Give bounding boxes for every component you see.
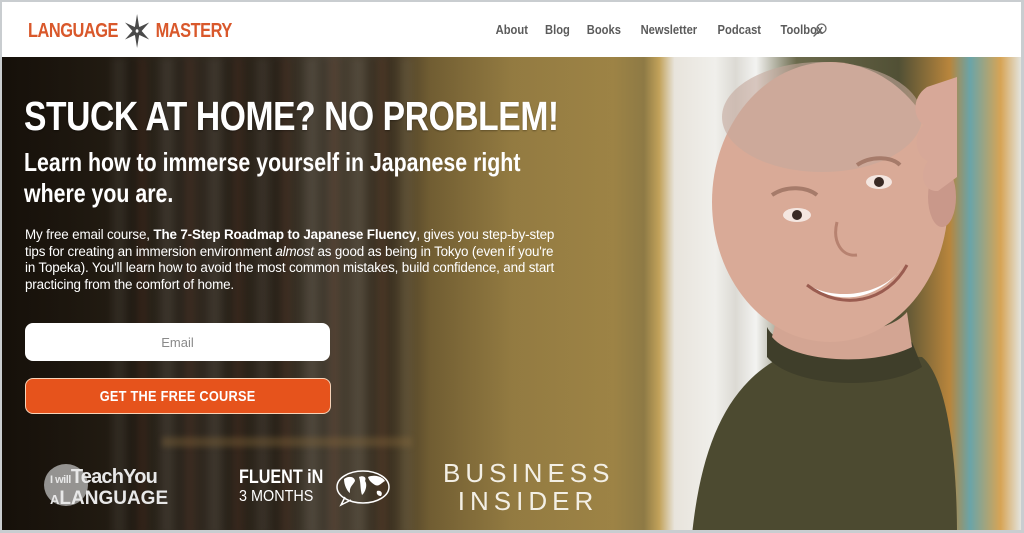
hero-section: STUCK AT HOME? NO PROBLEM! Learn how to … <box>2 57 1021 530</box>
nav-podcast[interactable]: Podcast <box>717 22 760 37</box>
logo-text-language: LANGUAGE <box>28 19 118 42</box>
itya-line1: I willTeachYou <box>50 466 158 489</box>
description-part-1: My free email course, <box>25 227 154 242</box>
nav-about[interactable]: About <box>496 22 528 37</box>
cta-label: GET THE FREE COURSE <box>100 387 256 405</box>
fi3m-line1: FLUENT iN <box>239 467 324 488</box>
nav-newsletter[interactable]: Newsletter <box>641 22 698 37</box>
itya-line2: ALANGUAGE <box>50 488 168 510</box>
hero-title: STUCK AT HOME? NO PROBLEM! <box>24 93 559 139</box>
search-icon[interactable] <box>812 22 828 38</box>
background-shelf <box>162 437 412 447</box>
main-nav: About Blog Books Newsletter Podcast Tool… <box>493 22 835 37</box>
press-logo-i-will-teach-you-a-language: I willTeachYou ALANGUAGE <box>44 460 176 510</box>
bi-line1: BUSINESS <box>443 458 615 488</box>
nav-blog[interactable]: Blog <box>545 22 570 37</box>
site-header: LANGUAGE MASTERY About Blog Books Newsle… <box>2 2 1021 57</box>
press-logo-fluent-in-3-months: FLUENT iN 3 MONTHS <box>239 467 399 509</box>
fi3m-line2: 3 MONTHS <box>239 488 314 505</box>
itya-big-1: TeachYou <box>70 466 158 488</box>
get-free-course-button[interactable]: GET THE FREE COURSE <box>25 378 331 414</box>
description-emphasis: almost <box>275 243 314 259</box>
hero-subtitle: Learn how to immerse yourself in Japanes… <box>24 147 521 208</box>
course-name: The 7-Step Roadmap to Japanese Fluency <box>153 227 417 242</box>
press-logo-business-insider: BUSINESS INSIDER <box>443 459 613 519</box>
itya-small-2: A <box>50 492 60 507</box>
shuriken-star-icon <box>124 14 149 48</box>
author-photo <box>692 62 957 530</box>
bi-line2: INSIDER <box>457 486 599 516</box>
world-map-bubble-icon <box>336 470 390 507</box>
email-input[interactable] <box>25 323 330 361</box>
itya-small-1: I will <box>50 474 71 486</box>
site-logo[interactable]: LANGUAGE MASTERY <box>28 14 232 48</box>
hero-description: My free email course, The 7-Step Roadmap… <box>25 227 555 293</box>
page-frame: LANGUAGE MASTERY About Blog Books Newsle… <box>2 2 1021 530</box>
nav-books[interactable]: Books <box>587 22 621 37</box>
itya-big-2: LANGUAGE <box>59 488 169 509</box>
logo-text-mastery: MASTERY <box>155 19 233 42</box>
